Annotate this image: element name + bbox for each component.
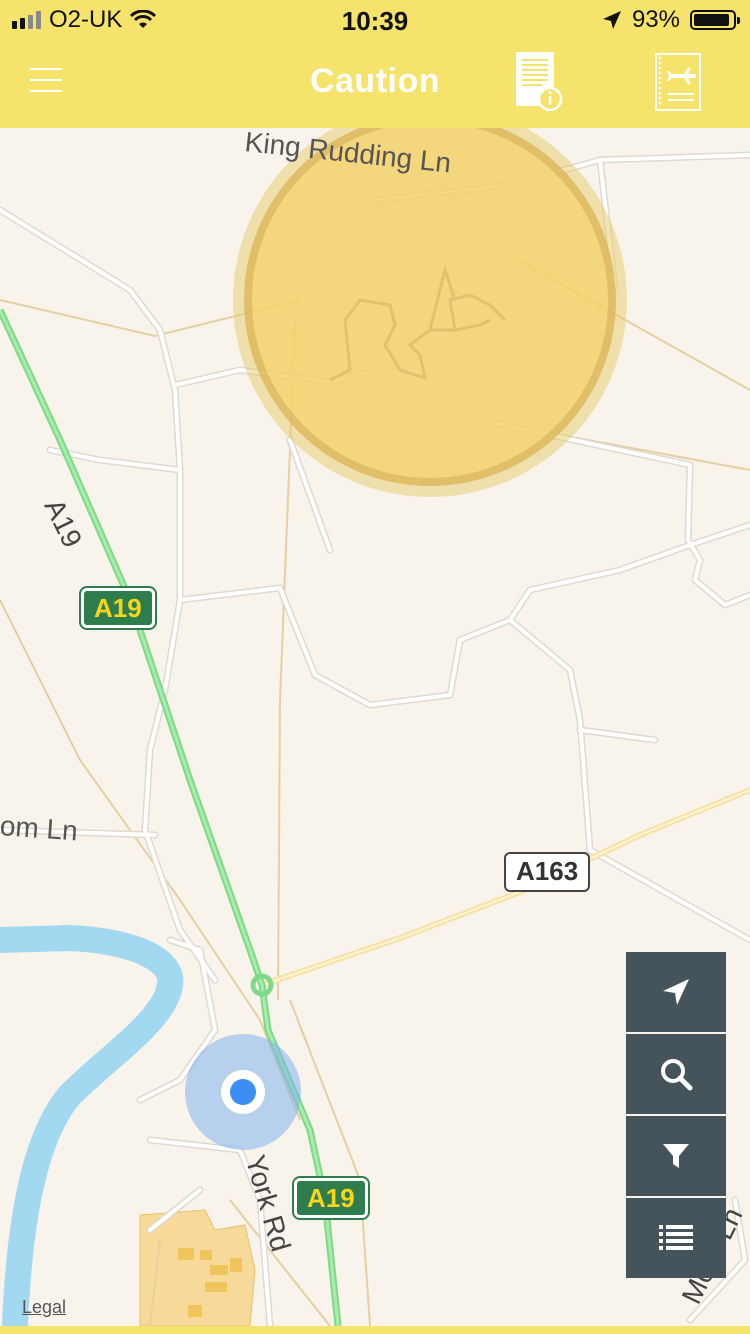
- status-right: 93%: [602, 6, 740, 34]
- battery-icon: [690, 10, 740, 30]
- info-document-icon: [516, 52, 563, 112]
- flight-plan-button[interactable]: [650, 50, 706, 114]
- menu-button[interactable]: [30, 68, 62, 94]
- road-shield-a19-upper: A19: [81, 588, 155, 628]
- battery-percent: 93%: [631, 6, 680, 33]
- search-icon: [661, 1059, 693, 1091]
- page-title: Caution: [309, 62, 441, 100]
- list-button[interactable]: [626, 1198, 726, 1278]
- filter-icon: [663, 1144, 689, 1168]
- road-shield-a19-lower: A19: [294, 1178, 368, 1218]
- app-root: O2-UK 10:39 93% Caution King Rudding Ln …: [0, 0, 750, 1334]
- filter-button[interactable]: [626, 1116, 726, 1196]
- flight-plan-icon: [655, 53, 701, 111]
- user-location-dot: [230, 1079, 256, 1105]
- info-document-button[interactable]: [510, 50, 566, 114]
- map-controls: [626, 952, 726, 1280]
- battery-fill: [694, 14, 730, 26]
- locate-icon: [663, 979, 689, 1005]
- status-bar: O2-UK 10:39 93%: [0, 0, 750, 40]
- list-icon: [659, 1225, 693, 1250]
- locate-button[interactable]: [626, 952, 726, 1032]
- road-label-om-ln: om Ln: [0, 810, 79, 847]
- location-arrow-icon: [602, 11, 621, 29]
- caution-zone: [244, 128, 616, 486]
- search-button[interactable]: [626, 1034, 726, 1114]
- menu-icon: [30, 68, 62, 92]
- nav-bar: Caution: [0, 40, 750, 129]
- road-shield-a163: A163: [504, 852, 591, 892]
- bottom-strip: [0, 1326, 750, 1334]
- legal-link[interactable]: Legal: [22, 1297, 66, 1318]
